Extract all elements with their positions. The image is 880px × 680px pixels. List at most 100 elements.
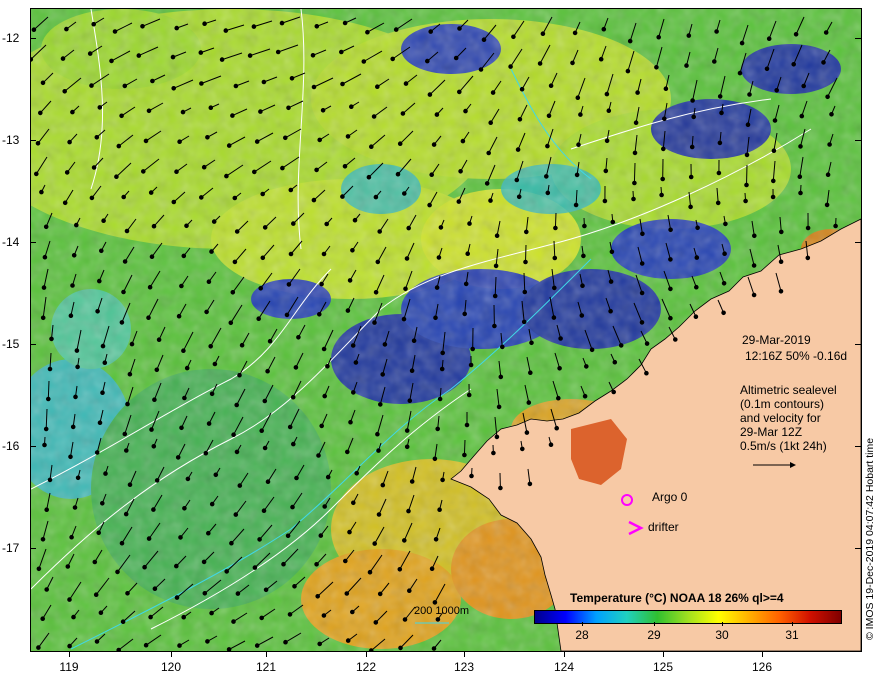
velocity-arrow-head	[36, 566, 42, 572]
velocity-arrow-head	[98, 610, 104, 616]
velocity-arrow-head	[712, 59, 717, 64]
velocity-arrow-head	[350, 609, 355, 615]
velocity-arrow-head	[833, 223, 838, 229]
velocity-arrow-head	[693, 314, 699, 320]
velocity-arrow-head	[378, 402, 383, 407]
velocity-arrow-head	[369, 144, 374, 149]
drifter-label: drifter	[648, 520, 679, 534]
velocity-arrow-head	[457, 26, 462, 31]
velocity-arrow-head	[460, 138, 466, 144]
velocity-arrow-head	[259, 428, 264, 434]
velocity-arrow-head	[254, 139, 260, 144]
velocity-arrow-head	[805, 225, 811, 231]
velocity-arrow-head	[100, 390, 105, 396]
velocity-arrow-head	[201, 164, 207, 170]
x-tick-mark	[663, 651, 664, 657]
x-tick-label: 124	[553, 660, 575, 674]
velocity-arrow-head	[320, 108, 326, 113]
velocity-arrow-head	[317, 312, 322, 317]
velocity-arrow-head	[368, 648, 374, 651]
velocity-arrow-head	[694, 284, 699, 290]
velocity-arrow-head	[793, 32, 799, 37]
velocity-arrow-head	[284, 312, 290, 318]
velocity-arrow-head	[232, 195, 238, 201]
y-tick-mark	[30, 446, 36, 447]
velocity-arrow-head	[663, 86, 669, 91]
velocity-arrow-head	[752, 233, 757, 239]
velocity-arrow-head	[40, 315, 46, 321]
velocity-arrow-head	[224, 173, 229, 179]
velocity-arrow-head	[524, 229, 529, 235]
velocity-arrow-head	[202, 591, 208, 596]
velocity-arrow-head	[432, 456, 438, 462]
velocity-arrow-head	[149, 427, 154, 432]
velocity-arrow-head	[120, 619, 126, 625]
velocity-arrow-head	[723, 221, 728, 227]
velocity-arrow-head	[772, 118, 778, 123]
velocity-arrow-head	[267, 338, 273, 344]
velocity-arrow-head	[548, 83, 554, 88]
velocity-arrow-head	[519, 86, 525, 92]
velocity-arrow-head	[688, 174, 694, 180]
velocity-arrow-head	[438, 225, 444, 230]
velocity-arrow-head	[791, 62, 797, 67]
velocity-arrow-head	[247, 53, 253, 58]
velocity-arrow-head	[635, 90, 640, 95]
velocity-arrow-head	[71, 253, 77, 258]
velocity-arrow-head	[121, 289, 126, 295]
velocity-arrow-head	[112, 29, 118, 34]
velocity-arrow-head	[540, 31, 546, 37]
velocity-arrow-head	[345, 638, 351, 643]
velocity-arrow-head	[771, 178, 776, 184]
velocity-arrow-head	[406, 508, 411, 514]
velocity-arrow-head	[263, 587, 269, 593]
velocity-arrow-head	[97, 420, 103, 426]
velocity-arrow-head	[287, 612, 293, 617]
velocity-arrow-head	[97, 278, 102, 284]
altimetry-line-1: Altimetric sealevel	[740, 383, 837, 397]
velocity-arrow-head	[375, 431, 380, 437]
velocity-arrow-head	[523, 259, 528, 265]
velocity-arrow-head	[437, 396, 443, 402]
velocity-arrow-head	[528, 370, 533, 376]
velocity-arrow-head	[406, 225, 412, 231]
velocity-arrow-head	[256, 316, 261, 322]
velocity-arrow-head	[281, 561, 286, 567]
velocity-arrow-head	[395, 171, 401, 177]
velocity-arrow-head	[545, 190, 551, 196]
velocity-arrow-head	[184, 223, 189, 229]
velocity-arrow-head	[778, 259, 784, 264]
velocity-arrow-head	[404, 256, 410, 261]
velocity-arrow-head	[439, 366, 445, 372]
y-tick-label: -16	[2, 439, 20, 453]
velocity-arrow-head	[390, 56, 396, 62]
velocity-arrow-head	[481, 37, 487, 43]
y-tick-mark-right	[855, 242, 861, 243]
velocity-arrow-head	[354, 471, 360, 476]
velocity-arrow-head	[231, 432, 236, 438]
velocity-arrow-head	[721, 281, 727, 286]
velocity-arrow-head	[101, 218, 106, 223]
velocity-arrow-head	[283, 639, 288, 645]
y-tick-mark	[30, 344, 36, 345]
velocity-arrow-head	[805, 255, 811, 261]
velocity-arrow-head	[403, 286, 408, 292]
velocity-arrow-head	[339, 49, 344, 55]
velocity-arrow-head	[428, 29, 434, 34]
velocity-arrow-head	[147, 284, 153, 290]
velocity-arrow-head	[779, 229, 784, 235]
sst-map[interactable]	[30, 8, 862, 652]
velocity-arrow-head	[522, 289, 528, 295]
velocity-arrow-head	[314, 23, 320, 29]
velocity-arrow-head	[345, 449, 350, 455]
velocity-arrow-head	[127, 482, 133, 488]
x-tick-label: 121	[255, 660, 277, 674]
velocity-arrow-head	[43, 224, 49, 230]
velocity-arrow-head	[654, 65, 659, 70]
velocity-arrow-head	[798, 190, 803, 196]
velocity-arrow-head	[181, 614, 186, 620]
velocity-arrow-head	[60, 56, 66, 61]
velocity-arrow-head	[261, 508, 267, 514]
velocity-arrow-head	[411, 338, 417, 344]
velocity-arrow-head	[319, 281, 324, 287]
